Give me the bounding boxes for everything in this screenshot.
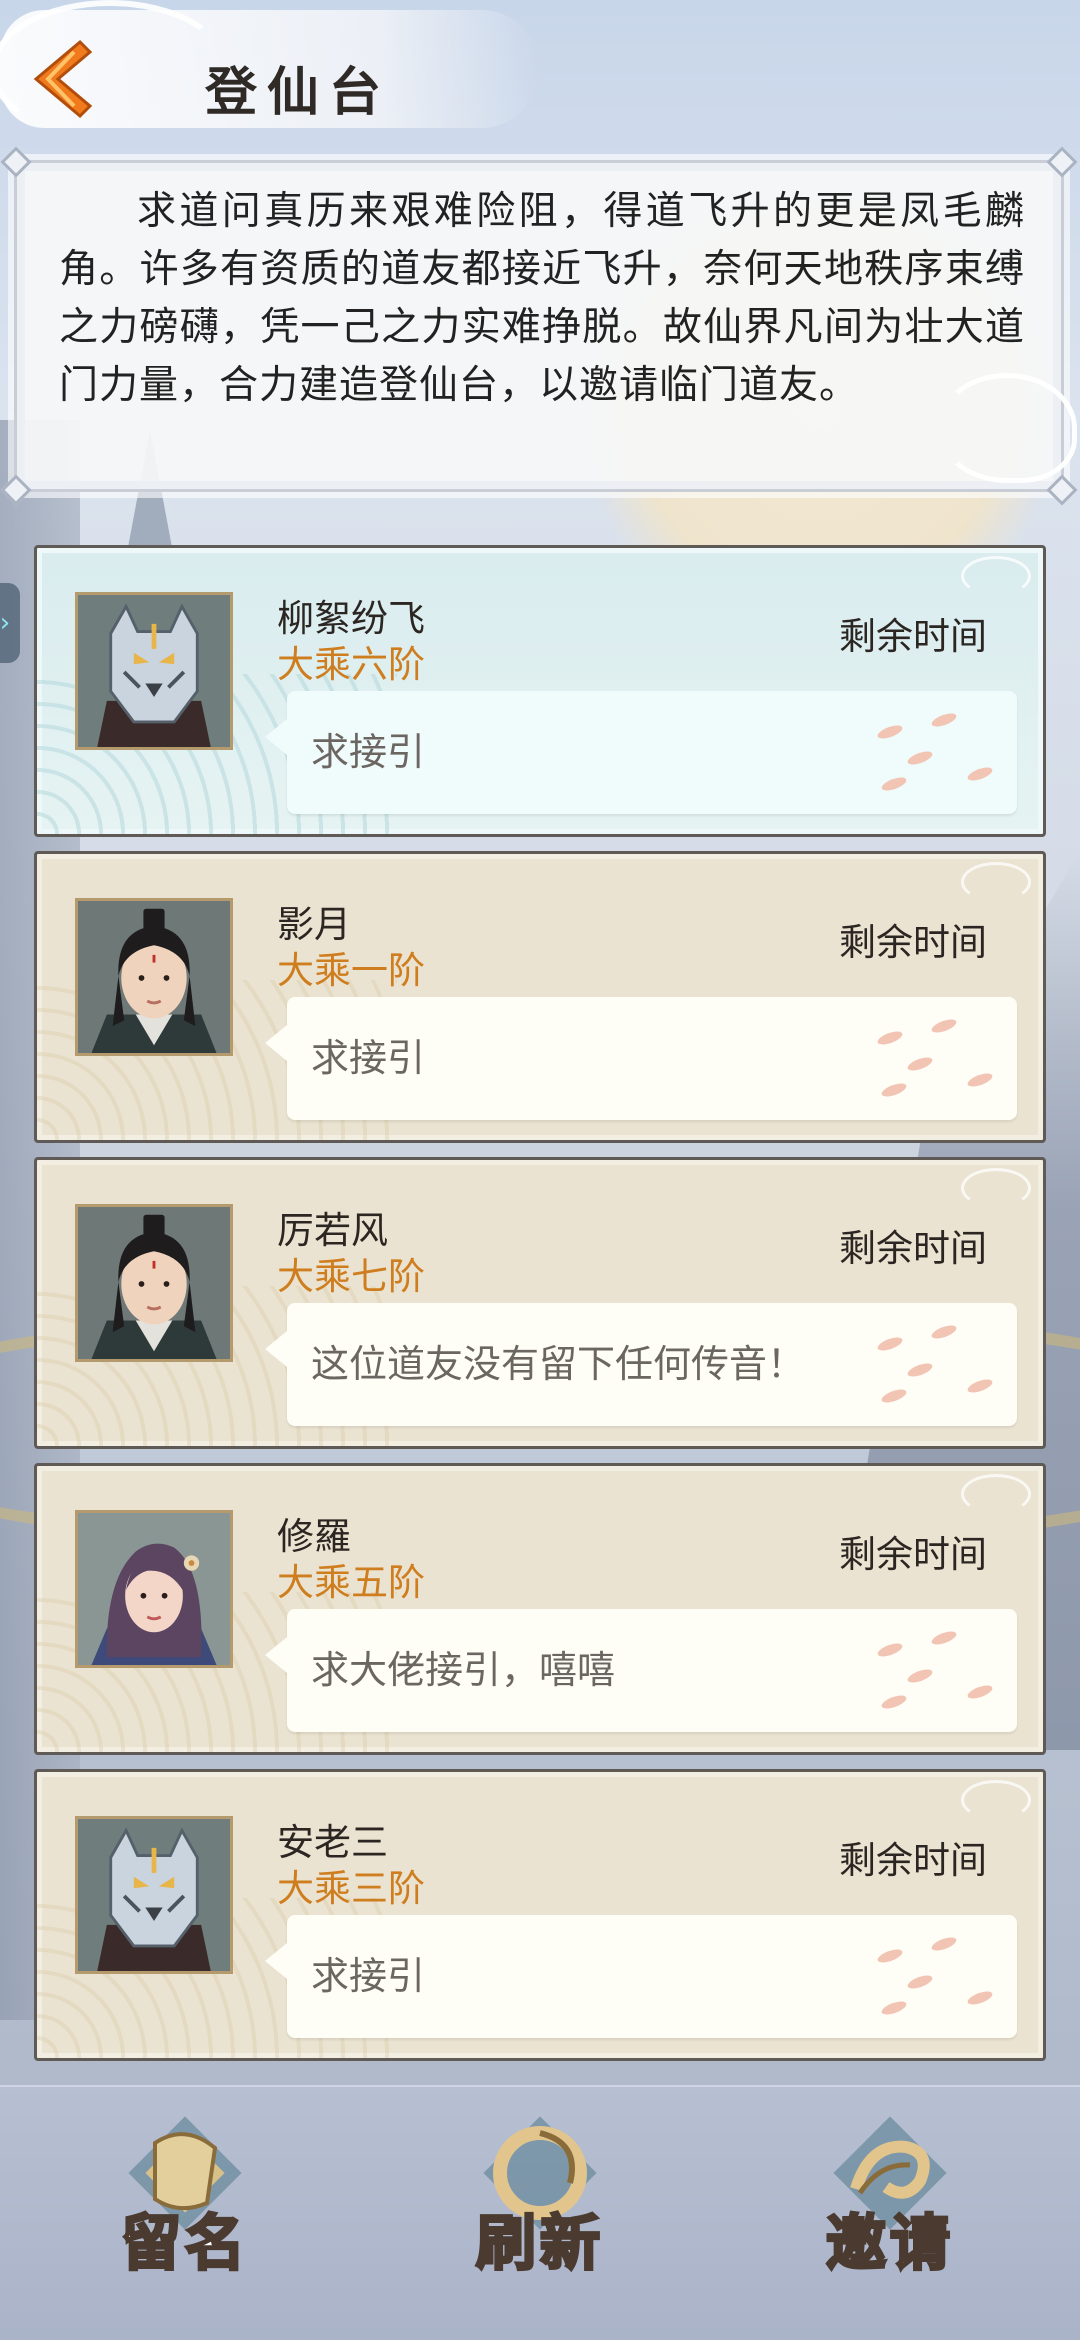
player-rank: 大乘五阶 (277, 1561, 425, 1604)
message-text: 求大佬接引，嘻嘻 (311, 1648, 616, 1692)
leave-name-label: 留名 (120, 2208, 249, 2281)
player-rank: 大乘三阶 (277, 1867, 425, 1910)
remaining-time-label: 剩余时间 (839, 921, 987, 964)
message-bubble: 求大佬接引，嘻嘻 (265, 1609, 1017, 1732)
avatar[interactable] (75, 1510, 233, 1668)
petals-decoration (867, 1321, 1017, 1411)
page-title: 登仙台 (205, 62, 392, 123)
leave-name-button[interactable]: 留名 (90, 2095, 280, 2305)
message-text: 求接引 (311, 1954, 426, 1998)
player-card[interactable]: 修羅 大乘五阶 剩余时间 求大佬接引，嘻嘻 (34, 1463, 1046, 1755)
petals-decoration (867, 1627, 1017, 1717)
avatar[interactable] (75, 592, 233, 750)
message-text: 求接引 (311, 1036, 426, 1080)
message-text: 这位道友没有留下任何传音！ (311, 1342, 806, 1386)
refresh-label: 刷新 (475, 2208, 604, 2281)
message-bubble: 这位道友没有留下任何传音！ (265, 1303, 1017, 1426)
remaining-time-label: 剩余时间 (839, 1227, 987, 1270)
petals-decoration (867, 709, 1017, 799)
cloud-swirl-icon (961, 556, 1031, 596)
petals-decoration (867, 1015, 1017, 1105)
message-text: 求接引 (311, 730, 426, 774)
remaining-time-label: 剩余时间 (839, 1533, 987, 1576)
cloud-swirl-icon (961, 1168, 1031, 1208)
invite-label: 邀请 (825, 2208, 954, 2281)
side-expand-tab[interactable]: › (0, 583, 20, 663)
petals-decoration (867, 1933, 1017, 2023)
message-bubble: 求接引 (265, 997, 1017, 1120)
player-rank: 大乘六阶 (277, 643, 425, 686)
player-card[interactable]: 安老三 大乘三阶 剩余时间 求接引 (34, 1769, 1046, 2061)
intro-panel: 求道问真历来艰难险阻，得道飞升的更是凤毛麟角。许多有资质的道友都接近飞升，奈何天… (0, 146, 1078, 506)
back-button[interactable] (22, 34, 102, 124)
avatar[interactable] (75, 1204, 233, 1362)
player-rank: 大乘一阶 (277, 949, 425, 992)
player-rank: 大乘七阶 (277, 1255, 425, 1298)
message-bubble: 求接引 (265, 691, 1017, 814)
refresh-button[interactable]: 刷新 (445, 2095, 635, 2305)
cloud-swirl-icon (961, 862, 1031, 902)
avatar[interactable] (75, 898, 233, 1056)
cloud-swirl-icon (961, 1780, 1031, 1820)
cloud-swirl-icon (937, 373, 1077, 483)
player-card[interactable]: 厉若风 大乘七阶 剩余时间 这位道友没有留下任何传音！ (34, 1157, 1046, 1449)
avatar[interactable] (75, 1816, 233, 1974)
invite-button[interactable]: 邀请 (795, 2095, 985, 2305)
player-card[interactable]: 柳絮纷飞 大乘六阶 剩余时间 求接引 (34, 545, 1046, 837)
remaining-time-label: 剩余时间 (839, 1839, 987, 1882)
back-arrow-icon (33, 39, 93, 119)
message-bubble: 求接引 (265, 1915, 1017, 2038)
remaining-time-label: 剩余时间 (839, 615, 987, 658)
header: 登仙台 (0, 0, 560, 130)
player-card[interactable]: 影月 大乘一阶 剩余时间 求接引 (34, 851, 1046, 1143)
intro-text: 求道问真历来艰难险阻，得道飞升的更是凤毛麟角。许多有资质的道友都接近飞升，奈何天… (59, 189, 1025, 408)
cloud-swirl-icon (961, 1474, 1031, 1514)
